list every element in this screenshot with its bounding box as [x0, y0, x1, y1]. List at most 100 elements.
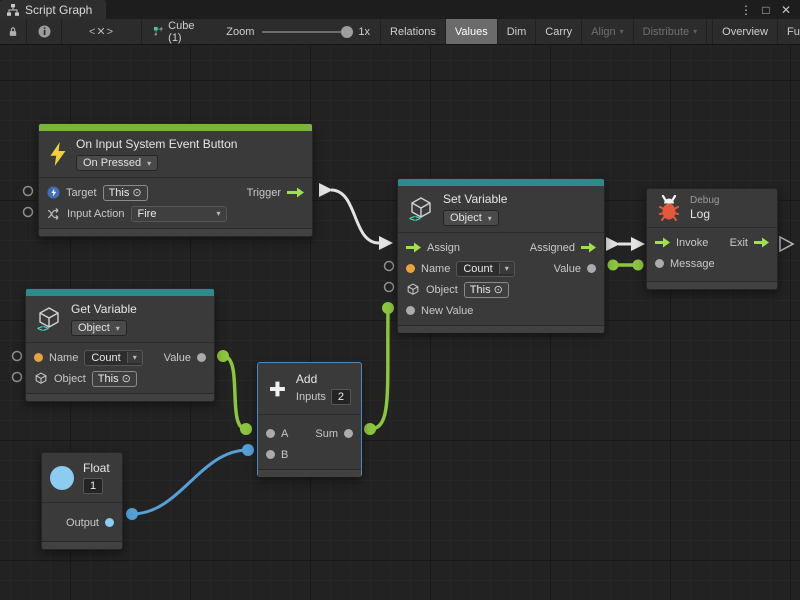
unconnected-port[interactable] — [24, 187, 33, 196]
node-title: Set Variable — [443, 192, 507, 206]
close-icon[interactable]: ✕ — [778, 2, 794, 18]
node-title: Log — [690, 207, 710, 221]
value-output-port[interactable] — [197, 353, 206, 362]
wire-endpoint[interactable] — [608, 260, 619, 271]
assigned-output-port[interactable] — [581, 242, 596, 253]
window-controls: ⋮ □ ✕ — [738, 0, 800, 19]
node-debug-log[interactable]: Debug Log Invoke Exit — [646, 188, 778, 290]
variable-kind-dropdown[interactable]: Object ▾ — [443, 210, 499, 226]
wire-endpoint[interactable] — [240, 423, 252, 435]
unconnected-port[interactable] — [385, 283, 394, 292]
input-action-row: Input Action Fire ▾ — [39, 203, 312, 224]
name-input-port[interactable] — [34, 353, 43, 362]
float-output-port[interactable] — [105, 518, 114, 527]
invoke-input-port[interactable] — [655, 237, 670, 248]
wire-endpoint[interactable] — [242, 444, 254, 456]
wire-endpoint[interactable] — [382, 302, 394, 314]
variable-kind-value: Object — [450, 212, 482, 224]
node-set-variable[interactable]: <> Set Variable Object ▾ Assign — [397, 178, 605, 332]
name-input-port[interactable] — [406, 264, 415, 273]
object-value: This — [470, 284, 491, 296]
input-system-icon — [47, 186, 60, 199]
menu-more-icon[interactable]: ⋮ — [738, 2, 754, 18]
wire-endpoint[interactable] — [126, 508, 138, 520]
object-value: This — [98, 373, 119, 385]
fullscreen-label: Full Screen — [787, 26, 800, 38]
node-title: On Input System Event Button — [76, 137, 237, 151]
sum-output-port[interactable] — [344, 429, 353, 438]
variable-name-dropdown[interactable]: Count ▾ — [84, 350, 142, 366]
toolbar-button-dim[interactable]: Dim — [498, 19, 537, 44]
unconnected-port[interactable] — [13, 352, 22, 361]
graph-asset-icon — [154, 25, 163, 38]
assign-row: Assign Assigned — [398, 237, 604, 258]
wire-endpoint[interactable] — [364, 423, 376, 435]
toolbar-button-align[interactable]: Align ▾ — [582, 19, 633, 44]
exit-label: Exit — [730, 237, 748, 249]
unconnected-port[interactable] — [385, 262, 394, 271]
wire-float-b[interactable] — [132, 450, 248, 514]
message-input-port[interactable] — [655, 259, 664, 268]
insert-node-button[interactable]: <✕> — [62, 19, 142, 44]
tab-script-graph[interactable]: Script Graph — [0, 0, 106, 19]
tab-bar: Script Graph ⋮ □ ✕ — [0, 0, 800, 19]
b-input-port[interactable] — [266, 450, 275, 459]
variable-name-dropdown[interactable]: Count ▾ — [456, 261, 514, 277]
wire-start-arrow[interactable] — [606, 237, 620, 251]
graph-reference[interactable]: Cube (1) — [142, 19, 208, 44]
toolbar-button-fullscreen[interactable]: Full Screen — [778, 19, 800, 44]
node-footer — [26, 393, 214, 401]
wire-endpoint[interactable] — [217, 350, 229, 362]
maximize-icon[interactable]: □ — [758, 2, 774, 18]
unconnected-port[interactable] — [13, 373, 22, 382]
new-value-input-port[interactable] — [406, 306, 415, 315]
node-get-variable[interactable]: <> Get Variable Object ▾ Name Count ▾ — [25, 288, 215, 402]
node-title: Get Variable — [71, 302, 137, 316]
zoom-slider-handle[interactable] — [341, 26, 353, 38]
wire-start-arrow[interactable] — [319, 183, 333, 197]
toolbar-button-values[interactable]: Values — [446, 19, 498, 44]
toolbar-button-carry[interactable]: Carry — [536, 19, 582, 44]
object-chip[interactable]: This ⊙ — [92, 371, 137, 387]
exit-output-port[interactable] — [754, 237, 769, 248]
float-value-field[interactable]: 1 — [83, 478, 103, 494]
inputs-count-field[interactable]: 2 — [331, 389, 351, 405]
toolbar-button-relations[interactable]: Relations — [380, 19, 446, 44]
value-label: Value — [554, 263, 581, 275]
wire-getvalue-a[interactable] — [223, 356, 246, 429]
script-graph-window: Script Graph ⋮ □ ✕ — [0, 0, 800, 600]
variable-accent-bar — [398, 179, 604, 186]
variable-kind-dropdown[interactable]: Object ▾ — [71, 320, 127, 336]
toolbar-button-distribute[interactable]: Distribute ▾ — [634, 19, 707, 44]
chevron-down-icon: ▾ — [147, 159, 151, 168]
target-object-chip[interactable]: This ⊙ — [103, 185, 148, 201]
a-input-port[interactable] — [266, 429, 275, 438]
toolbar-button-overview[interactable]: Overview — [712, 19, 778, 44]
message-label: Message — [670, 258, 715, 270]
graph-canvas[interactable]: On Input System Event Button On Pressed … — [0, 45, 800, 600]
node-add[interactable]: Add Inputs 2 A Sum B — [257, 362, 362, 477]
wire-end-arrow[interactable] — [631, 237, 645, 251]
wire-sum-newvalue[interactable] — [370, 308, 388, 429]
node-on-input-system-event-button[interactable]: On Input System Event Button On Pressed … — [38, 123, 313, 237]
wire-end-arrow[interactable] — [379, 236, 393, 250]
node-float[interactable]: Float 1 Output — [41, 452, 123, 550]
unconnected-port[interactable] — [24, 208, 33, 217]
zoom-slider[interactable] — [262, 31, 350, 33]
variable-cube-icon: <> — [36, 306, 62, 332]
info-button[interactable] — [27, 19, 62, 44]
unconnected-exit-port[interactable] — [780, 237, 793, 251]
input-action-dropdown[interactable]: Fire ▾ — [131, 206, 227, 222]
event-mode-dropdown[interactable]: On Pressed ▾ — [76, 155, 158, 171]
trigger-output-port[interactable] — [287, 187, 304, 198]
lock-icon — [9, 25, 17, 38]
object-chip[interactable]: This ⊙ — [464, 282, 509, 298]
wire-endpoint[interactable] — [633, 260, 644, 271]
variable-accent-bar — [26, 289, 214, 296]
lock-button[interactable] — [0, 19, 27, 44]
assign-input-port[interactable] — [406, 242, 421, 253]
value-output-port[interactable] — [587, 264, 596, 273]
distribute-label: Distribute — [643, 26, 689, 38]
wire-trigger-assign[interactable] — [331, 190, 379, 243]
name-label: Name — [421, 263, 450, 275]
